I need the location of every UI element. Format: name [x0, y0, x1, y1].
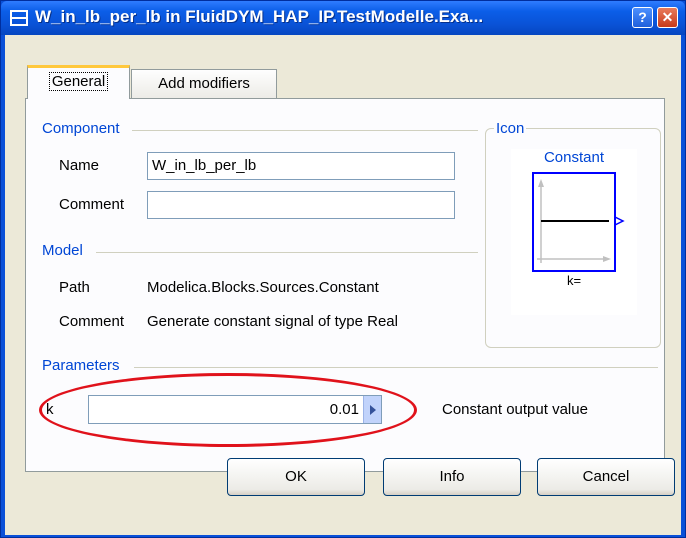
title-bar[interactable]: W_in_lb_per_lb in FluidDYM_HAP_IP.TestMo… — [1, 1, 685, 35]
parameters-group-label: Parameters — [42, 357, 122, 374]
block-caption: k= — [566, 273, 582, 288]
tab-add-modifiers[interactable]: Add modifiers — [131, 69, 277, 99]
name-field[interactable]: W_in_lb_per_lb — [147, 152, 455, 180]
constant-block-graphic — [532, 172, 625, 272]
path-label: Path — [59, 279, 90, 296]
component-comment-label: Comment — [59, 196, 125, 213]
parameters-group-line — [134, 367, 658, 368]
window-title: W_in_lb_per_lb in FluidDYM_HAP_IP.TestMo… — [35, 7, 484, 26]
cancel-button[interactable]: Cancel — [537, 458, 675, 496]
icon-group-label: Icon — [494, 120, 527, 137]
dialog-client-area: General Add modifiers Component Name W_i… — [5, 35, 681, 535]
model-comment-label: Comment — [59, 313, 125, 330]
tab-general[interactable]: General — [27, 65, 130, 99]
component-group-line — [132, 130, 478, 131]
ok-button[interactable]: OK — [227, 458, 365, 496]
block-title: Constant — [543, 149, 605, 166]
k-description: Constant output value — [442, 401, 588, 418]
component-group-label: Component — [42, 120, 122, 137]
k-label: k — [46, 401, 54, 418]
comment-field[interactable] — [147, 191, 455, 219]
k-value-field[interactable]: 0.01 — [88, 395, 382, 424]
model-group-label: Model — [42, 242, 85, 259]
tab-general-label: General — [48, 72, 109, 91]
help-button[interactable]: ? — [632, 7, 653, 28]
model-comment-value: Generate constant signal of type Real — [147, 313, 398, 330]
close-button[interactable]: ✕ — [657, 7, 678, 28]
k-value-menu-arrow-icon[interactable] — [363, 396, 381, 423]
path-value: Modelica.Blocks.Sources.Constant — [147, 279, 379, 296]
constant-block-icon: Constant k= — [511, 149, 637, 315]
info-button[interactable]: Info — [383, 458, 521, 496]
modelica-class-icon — [10, 10, 28, 26]
general-tab-panel: Component Name W_in_lb_per_lb Comment Ic… — [25, 98, 665, 472]
k-value: 0.01 — [329, 401, 359, 418]
name-label: Name — [59, 157, 100, 174]
model-group-line — [96, 252, 478, 253]
dialog-window: W_in_lb_per_lb in FluidDYM_HAP_IP.TestMo… — [0, 0, 686, 538]
